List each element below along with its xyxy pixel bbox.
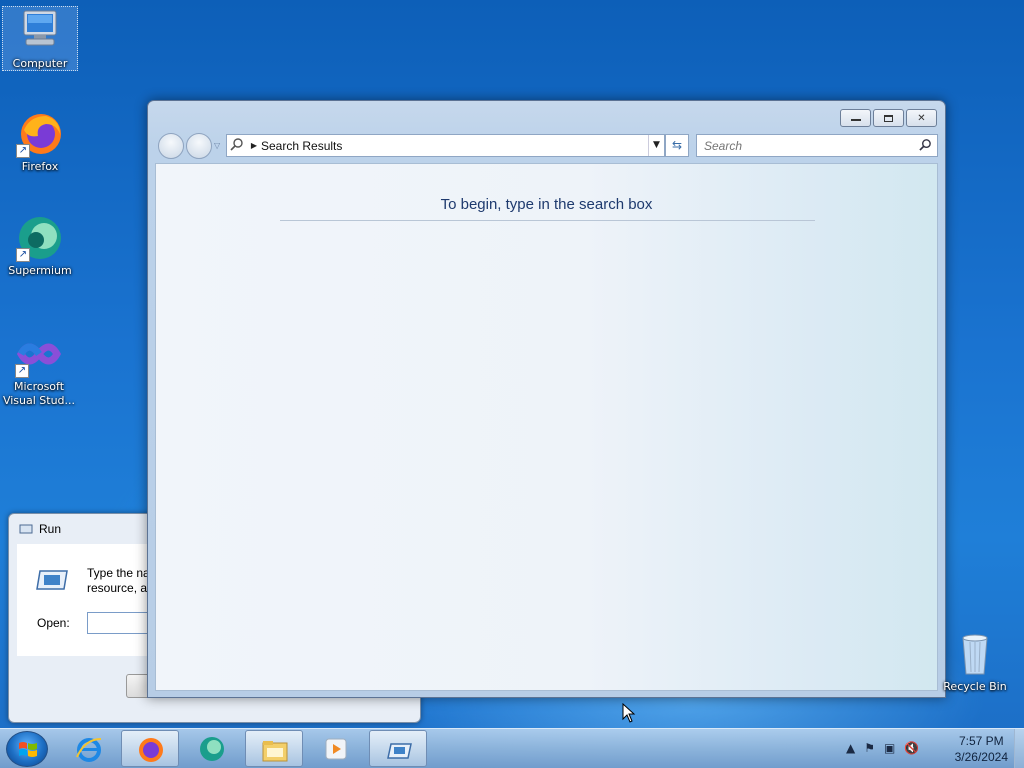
taskbar-file-explorer[interactable] xyxy=(245,730,303,767)
run-dialog-title: Run xyxy=(19,522,61,536)
desktop-icon-visual-studio[interactable]: ↗ Microsoft Visual Stud... xyxy=(0,330,78,408)
minimize-button[interactable] xyxy=(840,109,871,127)
address-bar[interactable]: ▶ Search Results ▼ xyxy=(226,134,665,157)
desktop-icon-label: Microsoft Visual Stud... xyxy=(2,380,76,407)
recycle-bin-icon xyxy=(951,630,999,678)
taskbar-firefox[interactable] xyxy=(121,730,179,767)
back-button[interactable] xyxy=(158,133,184,159)
shortcut-arrow-icon: ↗ xyxy=(16,144,30,158)
firefox-icon: ↗ xyxy=(16,110,64,158)
internet-explorer-icon xyxy=(76,738,102,762)
desktop-icon-label: Computer xyxy=(12,57,68,70)
results-pane[interactable]: To begin, type in the search box xyxy=(155,163,938,691)
forward-button[interactable] xyxy=(186,133,212,159)
search-folder-icon xyxy=(227,137,247,154)
taskbar-media-player[interactable] xyxy=(307,730,365,767)
desktop-icon-label: Recycle Bin xyxy=(943,680,1007,693)
desktop-icon-recycle-bin[interactable]: Recycle Bin xyxy=(937,630,1013,693)
folder-icon xyxy=(262,741,288,762)
clock-time: 7:57 PM xyxy=(958,734,1004,748)
action-center-flag-icon[interactable]: ⚑ xyxy=(864,741,875,755)
system-tray: ▲ ⚑ ▣ 🔇 7:57 PM 3/26/2024 xyxy=(834,729,1024,768)
start-button[interactable] xyxy=(6,731,48,767)
address-text: Search Results xyxy=(261,138,343,153)
tray-icons: ▲ ⚑ ▣ 🔇 xyxy=(846,741,919,755)
desktop-icon-computer[interactable]: Computer xyxy=(2,6,78,71)
empty-results-message: To begin, type in the search box xyxy=(440,196,653,213)
desktop-icon-label: Supermium xyxy=(8,264,72,277)
breadcrumb-arrow-icon[interactable]: ▶ xyxy=(247,141,261,150)
supermium-icon xyxy=(200,737,224,761)
recent-pages-dropdown[interactable]: ▽ xyxy=(214,141,220,150)
search-box[interactable] xyxy=(696,134,938,157)
volume-muted-icon[interactable]: 🔇 xyxy=(904,741,919,755)
shortcut-arrow-icon: ↗ xyxy=(15,364,29,378)
restore-icon xyxy=(884,114,893,122)
refresh-icon: ⇆ xyxy=(671,138,683,152)
refresh-button[interactable]: ⇆ xyxy=(665,134,689,157)
desktop-icon-label: Firefox xyxy=(21,160,59,173)
taskbar-supermium[interactable] xyxy=(183,730,241,767)
clock[interactable]: 7:57 PM 3/26/2024 xyxy=(955,733,1008,765)
visual-studio-icon: ↗ xyxy=(15,330,63,378)
search-input[interactable] xyxy=(697,135,907,156)
navigation-bar: ▽ ▶ Search Results ▼ ⇆ xyxy=(156,133,938,159)
show-desktop-button[interactable] xyxy=(1014,729,1024,768)
address-dropdown-icon[interactable]: ▼ xyxy=(648,135,664,156)
taskbar-internet-explorer[interactable] xyxy=(60,730,118,767)
desktop-icon-supermium[interactable]: ↗ Supermium xyxy=(2,214,78,277)
desktop-icon-firefox[interactable]: ↗ Firefox xyxy=(2,110,78,173)
taskbar-run[interactable] xyxy=(369,730,427,767)
mouse-cursor-icon xyxy=(622,703,636,723)
firefox-icon xyxy=(139,738,163,762)
search-icon[interactable] xyxy=(919,138,932,154)
computer-icon xyxy=(16,7,64,55)
close-button[interactable]: ✕ xyxy=(906,109,937,127)
windows-logo-icon xyxy=(19,742,37,757)
run-program-icon xyxy=(35,568,69,592)
show-hidden-icons-icon[interactable]: ▲ xyxy=(846,741,855,755)
restore-button[interactable] xyxy=(873,109,904,127)
shortcut-arrow-icon: ↗ xyxy=(16,248,30,262)
close-icon: ✕ xyxy=(917,112,926,124)
minimize-icon xyxy=(850,119,861,121)
run-icon xyxy=(387,743,412,759)
divider xyxy=(280,220,815,221)
window-controls: ✕ xyxy=(840,109,937,127)
run-icon xyxy=(19,524,33,534)
network-icon[interactable]: ▣ xyxy=(884,741,895,755)
search-results-window[interactable]: ✕ ▽ ▶ Search Results ▼ ⇆ To begin, type … xyxy=(147,100,946,698)
open-label: Open: xyxy=(37,616,70,630)
media-player-icon xyxy=(325,738,347,760)
taskbar: ▲ ⚑ ▣ 🔇 7:57 PM 3/26/2024 xyxy=(0,728,1024,768)
clock-date: 3/26/2024 xyxy=(954,750,1008,764)
supermium-icon: ↗ xyxy=(16,214,64,262)
